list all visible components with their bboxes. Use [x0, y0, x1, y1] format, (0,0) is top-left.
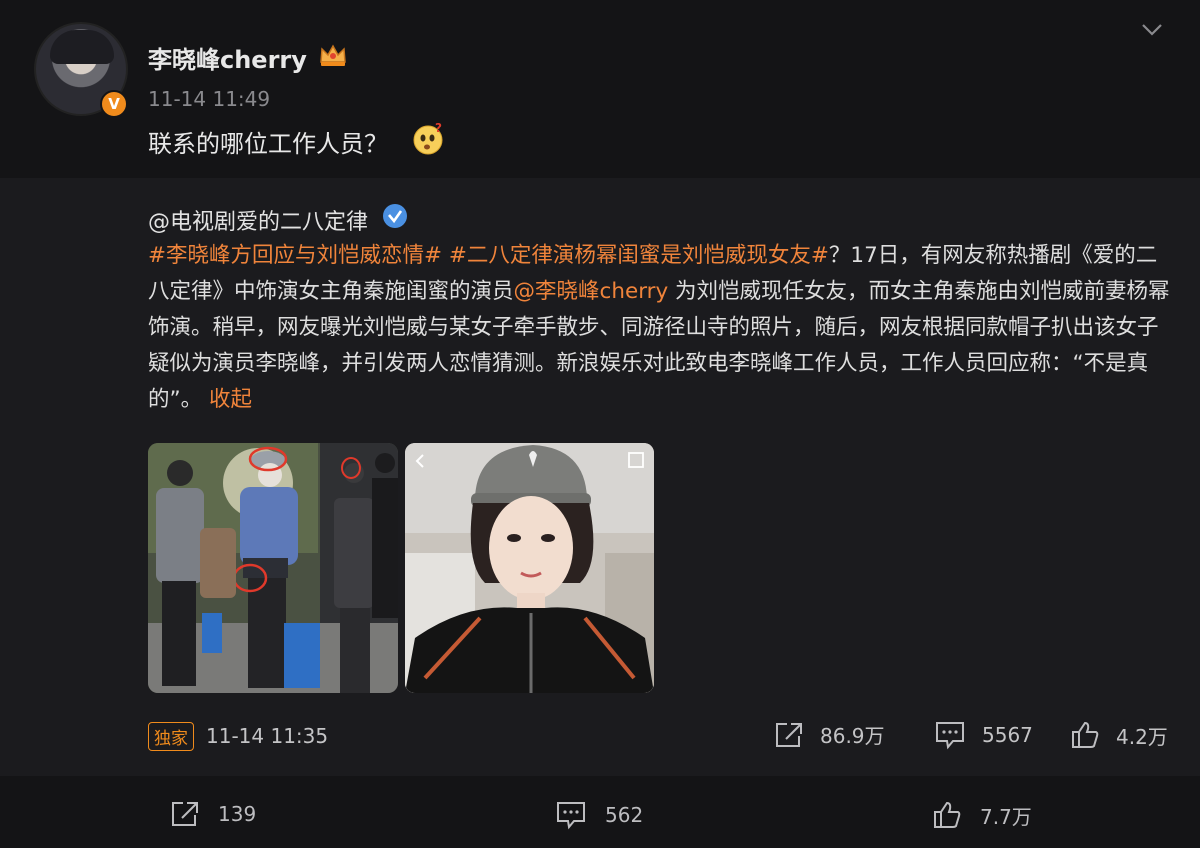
exclusive-badge: 独家	[148, 721, 194, 751]
verified-badge: V	[100, 90, 128, 118]
thumbs-up-icon	[934, 801, 961, 828]
thinking-face-emoji: ?	[413, 122, 443, 155]
repost-button[interactable]: 139	[170, 800, 256, 828]
share-icon	[776, 722, 802, 747]
comment-icon	[557, 802, 585, 830]
repost-like-stat[interactable]: 4.2万	[1070, 720, 1168, 750]
hashtag-link[interactable]: #二八定律演杨幂闺蜜是刘恺威现女友#	[449, 243, 829, 268]
blue-verified-icon	[383, 204, 407, 228]
repost-time: 11-14 11:35	[206, 724, 329, 748]
comment-count: 5567	[982, 723, 1033, 747]
street-photo	[148, 443, 398, 693]
like-count: 4.2万	[1116, 724, 1168, 749]
mention-link[interactable]: @李晓峰cherry	[514, 279, 669, 304]
repost-comment-stat[interactable]: 5567	[934, 720, 1033, 750]
collapse-link[interactable]: 收起	[209, 387, 252, 412]
repost-meta: 独家 11-14 11:35	[148, 721, 329, 751]
comment-count: 562	[605, 803, 644, 827]
post-text: 联系的哪位工作人员？	[148, 130, 388, 158]
action-bar: 139 562 7.7万	[0, 776, 1200, 848]
share-icon	[172, 802, 198, 826]
repost-share-stat[interactable]: 86.9万	[774, 720, 885, 749]
selfie-photo	[405, 443, 654, 693]
post-time: 11-14 11:49	[148, 87, 271, 111]
svg-text:?: ?	[435, 122, 442, 135]
hashtag-link[interactable]: #李晓峰方回应与刘恺威恋情#	[148, 243, 442, 268]
chevron-down-icon[interactable]	[1140, 22, 1164, 38]
like-count: 7.7万	[980, 804, 1032, 829]
photo-thumbnail-2[interactable]	[405, 443, 654, 693]
crown-icon	[320, 44, 346, 66]
share-count: 86.9万	[820, 724, 885, 748]
photo-thumbnail-1[interactable]	[148, 443, 398, 693]
like-button[interactable]: 7.7万	[932, 800, 1032, 830]
repost-count: 139	[218, 802, 257, 826]
post-header: V 李晓峰cherry 11-14 11:49 联系的哪位工作人员？ ?	[0, 0, 1200, 178]
repost-body: #李晓峰方回应与刘恺威恋情# #二八定律演杨幂闺蜜是刘恺威现女友#？17日，有网…	[148, 238, 1172, 418]
comment-icon	[936, 722, 964, 750]
comment-button[interactable]: 562	[555, 800, 643, 830]
username[interactable]: 李晓峰cherry	[148, 40, 307, 75]
thumbs-up-icon	[1072, 721, 1099, 748]
original-author-link[interactable]: @电视剧爱的二八定律	[148, 204, 368, 236]
repost-card[interactable]: @电视剧爱的二八定律 #李晓峰方回应与刘恺威恋情# #二八定律演杨幂闺蜜是刘恺威…	[0, 178, 1200, 776]
